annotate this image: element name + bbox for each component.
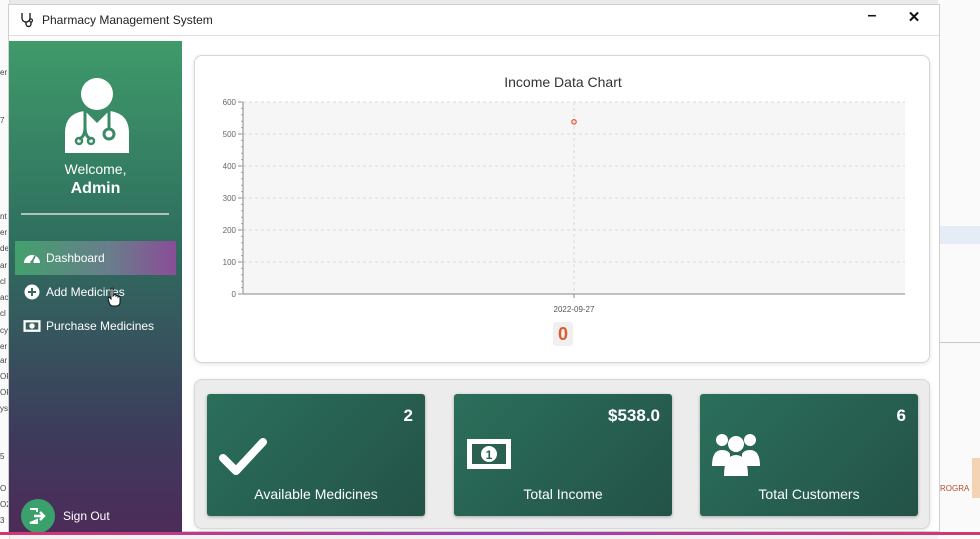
background-text: cl <box>0 277 6 286</box>
background-text: cl <box>0 309 6 318</box>
plus-circle-icon <box>23 283 41 301</box>
minimize-button[interactable]: – <box>861 7 883 31</box>
background-text: ar <box>0 356 8 365</box>
stat-value: 2 <box>403 406 413 425</box>
stat-label: Total Income <box>523 486 603 502</box>
money-icon: 1 <box>467 439 511 469</box>
stat-card-total-customers: 6 Total Customers <box>700 394 918 516</box>
background-text: 7 <box>0 116 5 125</box>
background-text: nt <box>0 212 7 221</box>
background-divider <box>938 342 980 343</box>
close-button[interactable]: ✕ <box>903 8 925 32</box>
background-text: 3 <box>0 516 5 525</box>
background-text: ROGRA <box>940 484 970 493</box>
background-text: ys <box>0 404 8 413</box>
window-title: Pharmacy Management System <box>42 13 213 27</box>
stat-card-total-income: $538.0 1 Total Income <box>454 394 672 516</box>
sidebar-item-label: Purchase Medicines <box>46 319 155 333</box>
background-text: er <box>0 342 8 351</box>
sidebar-item-purchase-medicines[interactable]: Purchase Medicines <box>15 309 176 343</box>
title-bar: Pharmacy Management System – ✕ <box>9 5 939 36</box>
stat-label: Total Customers <box>758 486 860 502</box>
doctor-avatar-icon <box>65 78 129 153</box>
taskbar-accent-line <box>0 532 980 535</box>
y-tick-label: 400 <box>223 162 237 171</box>
background-app-right: ROGRA <box>938 0 980 539</box>
income-chart-card: Income Data Chart 0 100 200 300 400 500 600 202… <box>194 55 930 363</box>
sidebar-item-dashboard[interactable]: Dashboard <box>15 241 176 275</box>
users-icon <box>712 434 760 476</box>
y-tick-label: 300 <box>223 194 237 203</box>
y-tick-label: 600 <box>223 98 237 107</box>
y-tick-label: 100 <box>223 258 237 267</box>
income-chart: 0 100 200 300 400 500 600 2022-09-27 <box>223 98 905 314</box>
hand-cursor-icon <box>107 287 121 307</box>
sign-out-label: Sign Out <box>63 509 110 523</box>
background-selection <box>938 226 980 244</box>
stethoscope-icon <box>21 13 34 28</box>
y-tick-label: 0 <box>232 290 237 299</box>
stat-value: 6 <box>896 406 906 425</box>
username: Admin <box>70 180 121 197</box>
sign-out-icon <box>21 499 55 533</box>
background-text: 5 <box>0 452 5 461</box>
money-icon <box>23 317 41 335</box>
background-text: cy <box>0 326 8 335</box>
background-text: er <box>0 68 8 77</box>
stats-panel: 2 Available Medicines $538.0 1 Total Inc… <box>194 379 930 529</box>
sidebar-item-add-medicines[interactable]: Add Medicines <box>15 275 176 309</box>
dashboard-icon <box>23 249 41 267</box>
x-tick-label: 2022-09-27 <box>554 305 595 314</box>
svg-text:1: 1 <box>486 448 493 462</box>
sign-out-button[interactable]: Sign Out <box>21 499 110 533</box>
background-text: ar <box>0 261 8 270</box>
check-icon <box>219 438 267 475</box>
app-window: Pharmacy Management System – ✕ Welcome, … <box>8 4 940 533</box>
sidebar-item-label: Dashboard <box>46 251 105 265</box>
stat-value: $538.0 <box>608 406 660 425</box>
background-text: er <box>0 228 8 237</box>
sidebar: Welcome, Admin Dashboard Add Medicines P… <box>9 41 182 533</box>
welcome-text: Welcome, <box>64 161 127 177</box>
background-swatch <box>972 458 980 498</box>
stat-label: Available Medicines <box>254 486 378 502</box>
sidebar-divider <box>21 213 169 215</box>
background-text: O <box>0 484 7 493</box>
stat-card-available-medicines: 2 Available Medicines <box>207 394 425 516</box>
y-tick-label: 500 <box>223 130 237 139</box>
chart-zero-label: 0 <box>553 322 573 346</box>
y-tick-label: 200 <box>223 226 237 235</box>
